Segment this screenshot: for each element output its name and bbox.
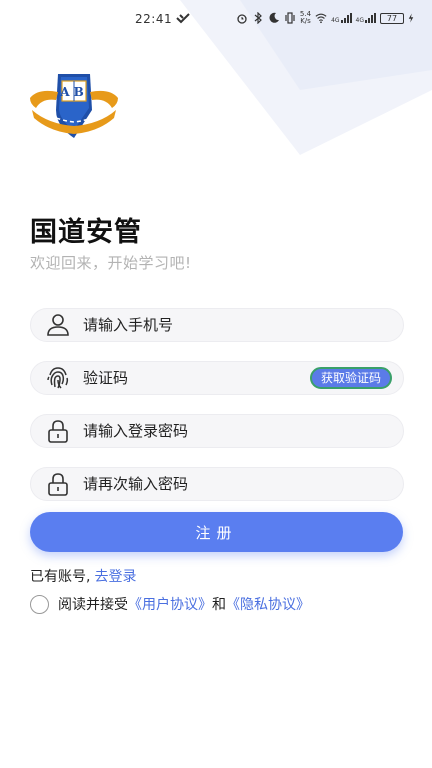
lock-icon <box>48 473 68 496</box>
user-agreement-link[interactable]: 《用户协议》 <box>128 594 212 614</box>
signal-2: 4G <box>356 12 376 24</box>
lock-icon <box>48 420 68 443</box>
agreement-prefix: 阅读并接受 <box>58 597 128 613</box>
status-icons: 5.4 K/s 4G 4G 77 <box>236 11 414 25</box>
vibrate-icon <box>285 12 295 24</box>
agreement-checkbox[interactable] <box>30 594 49 614</box>
logo-text: AB <box>59 85 87 99</box>
app-logo: AB <box>30 74 118 138</box>
confirm-password-field[interactable] <box>30 467 404 501</box>
status-time: 22:41 <box>135 12 173 26</box>
login-line: 已有账号, 去登录 <box>30 566 136 586</box>
sync-icon <box>176 13 190 24</box>
login-link[interactable]: 去登录 <box>94 569 136 585</box>
get-code-button[interactable]: 获取验证码 <box>309 367 392 389</box>
confirm-password-input[interactable] <box>83 468 403 500</box>
app-subtitle: 欢迎回来，开始学习吧! <box>30 254 192 272</box>
user-icon <box>47 314 69 336</box>
net-speed: 5.4 K/s <box>299 10 312 25</box>
phone-input[interactable] <box>83 309 403 341</box>
phone-field[interactable] <box>30 308 404 342</box>
signal-icon <box>340 13 352 23</box>
code-field[interactable]: 获取验证码 <box>30 361 404 395</box>
app-title: 国道安管 <box>30 217 142 248</box>
agreement-line: 阅读并接受 《用户协议》 和 《隐私协议》 <box>30 594 310 614</box>
agreement-and: 和 <box>212 597 226 613</box>
charging-icon <box>408 13 414 23</box>
password-field[interactable] <box>30 414 404 448</box>
status-bar: 22:41 5.4 K/s 4G 4G 77 <box>0 0 432 36</box>
register-button[interactable]: 注册 <box>30 512 403 552</box>
login-prompt: 已有账号, <box>30 569 91 585</box>
battery-icon: 77 <box>380 12 404 24</box>
privacy-policy-link[interactable]: 《隐私协议》 <box>226 594 310 614</box>
wifi-icon <box>315 13 327 24</box>
password-input[interactable] <box>83 415 403 447</box>
moon-icon <box>269 12 279 23</box>
signal-1: 4G <box>331 12 352 24</box>
signal-icon <box>365 13 376 23</box>
alarm-icon <box>237 14 247 24</box>
fingerprint-icon <box>47 367 69 389</box>
bluetooth-icon <box>254 12 262 24</box>
